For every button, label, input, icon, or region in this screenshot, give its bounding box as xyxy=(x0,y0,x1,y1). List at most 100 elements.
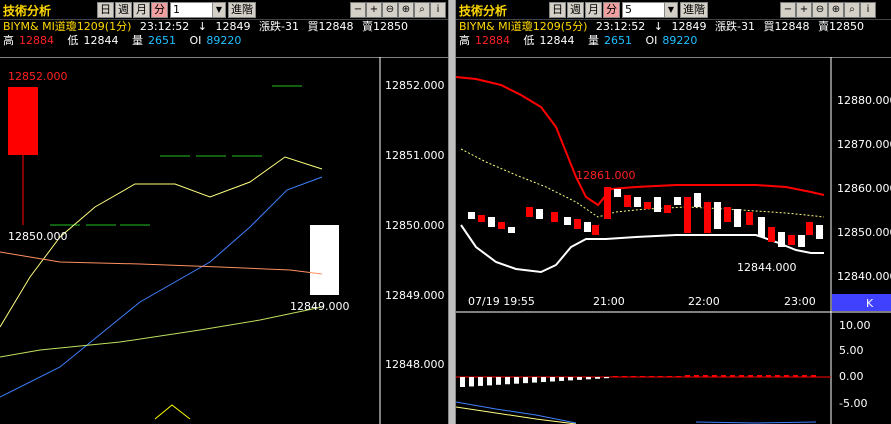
histogram-bar xyxy=(811,375,816,377)
candle-up xyxy=(498,222,505,229)
left-y-tick: 12849.000 xyxy=(385,289,445,302)
left-zoom-in-icon[interactable]: ⊕ xyxy=(398,2,414,18)
histogram-bar xyxy=(667,376,672,377)
histogram-bar xyxy=(496,377,501,385)
left-period-day-button[interactable]: 日 xyxy=(97,2,114,18)
left-high-annotation: 12852.000 xyxy=(8,70,68,83)
left-mid-annotation: 12850.000 xyxy=(8,230,68,243)
right-high-label: 高 xyxy=(459,34,470,47)
candle-up xyxy=(604,187,611,219)
chevron-down-icon: ▼ xyxy=(664,3,677,17)
left-window-title: 技術分析 xyxy=(3,4,52,18)
right-search-icon[interactable]: ⌕ xyxy=(844,2,860,18)
left-high: 12884 xyxy=(19,34,54,47)
histogram-bar xyxy=(460,377,465,387)
candle-up xyxy=(806,222,813,235)
candle-down xyxy=(508,227,515,233)
candle-up xyxy=(478,215,485,222)
macd-line xyxy=(456,401,577,424)
k-label: K xyxy=(866,297,874,310)
candle-up xyxy=(624,195,631,207)
left-quote-line: BIYM& MI道瓊1209(1分) 23:12:52 ↓ 12849 漲跌-3… xyxy=(3,18,413,33)
candle-up xyxy=(592,225,599,235)
candle-down xyxy=(798,235,805,247)
right-window-title: 技術分析 xyxy=(459,4,508,18)
histogram-bar xyxy=(505,377,510,385)
right-change: 漲跌-31 xyxy=(715,20,755,33)
left-zoom-out-icon[interactable]: ⊖ xyxy=(382,2,398,18)
histogram-bar xyxy=(658,376,663,377)
right-interval-select[interactable]: 5 ▼ xyxy=(622,2,678,18)
histogram-bar xyxy=(595,377,600,379)
right-zoom-in-icon[interactable]: ⊕ xyxy=(828,2,844,18)
left-info-icon[interactable]: i xyxy=(430,2,446,18)
histogram-bar xyxy=(739,375,744,377)
left-zoom-minus-icon[interactable]: − xyxy=(350,2,366,18)
histogram-bar xyxy=(649,376,654,377)
indicator-marker xyxy=(154,404,191,420)
histogram-bar xyxy=(469,377,474,387)
right-candles xyxy=(468,187,823,247)
histogram-bar xyxy=(703,375,708,377)
candle-down xyxy=(778,232,785,247)
macd-line-right xyxy=(695,421,817,424)
right-scroll-plus-icon[interactable]: + xyxy=(796,2,812,18)
right-period-minute-button[interactable]: 分 xyxy=(603,2,620,18)
histogram-bar xyxy=(613,376,618,377)
left-low: 12844 xyxy=(83,34,119,47)
candle-up xyxy=(644,202,651,209)
left-price-chart[interactable]: 12852.000 12851.000 12850.000 12849.000 … xyxy=(0,57,449,424)
left-advance-button[interactable]: 進階 xyxy=(228,2,256,18)
right-zoom-out-icon[interactable]: ⊖ xyxy=(812,2,828,18)
right-toolbar: 技術分析 日 週 月 分 5 ▼ 進階 − + ⊖ ⊕ ⌕ i xyxy=(456,0,891,20)
candle-down xyxy=(694,193,701,207)
right-sub-y-tick: 10.00 xyxy=(839,319,871,332)
right-quote-line: BIYM& MI道瓊1209(5分) 23:12:52 ↓ 12849 漲跌-3… xyxy=(459,18,869,33)
left-scroll-plus-icon[interactable]: + xyxy=(366,2,382,18)
candle-up xyxy=(724,207,731,222)
right-sub-y-tick: -5.00 xyxy=(839,397,867,410)
histogram-bar xyxy=(712,375,717,377)
candle-down xyxy=(614,189,621,197)
right-chart-window: 技術分析 日 週 月 分 5 ▼ 進階 − + ⊖ ⊕ ⌕ i BIYM& MI道… xyxy=(455,0,891,424)
right-period-day-button[interactable]: 日 xyxy=(549,2,566,18)
left-toolbar: 技術分析 日 週 月 分 1 ▼ 進階 − + ⊖ ⊕ ⌕ i xyxy=(0,0,448,20)
right-sub-y-tick: 0.00 xyxy=(839,370,864,383)
right-stats-line: 高 12884 低 12844 量 2651 OI 89220 xyxy=(459,32,707,47)
right-low: 12844 xyxy=(539,34,575,47)
left-interval-select[interactable]: 1 ▼ xyxy=(170,2,226,18)
left-period-minute-button[interactable]: 分 xyxy=(151,2,168,18)
left-period-week-button[interactable]: 週 xyxy=(115,2,132,18)
ma-blue xyxy=(0,176,323,398)
left-vol: 2651 xyxy=(148,34,176,47)
left-period-month-button[interactable]: 月 xyxy=(133,2,150,18)
candle-down xyxy=(654,197,661,212)
histogram-bar xyxy=(676,376,681,377)
right-y-tick: 12860.000 xyxy=(837,182,891,195)
right-info-icon[interactable]: i xyxy=(860,2,876,18)
left-y-tick: 12848.000 xyxy=(385,358,445,371)
candle-up xyxy=(8,87,38,155)
right-period-week-button[interactable]: 週 xyxy=(567,2,584,18)
histogram-bar xyxy=(685,375,690,377)
ma-green xyxy=(0,306,323,358)
k-button[interactable] xyxy=(832,294,891,311)
right-interval-value: 5 xyxy=(625,3,632,16)
left-y-tick: 12851.000 xyxy=(385,149,445,162)
histogram-bar xyxy=(532,377,537,383)
right-price-chart[interactable]: 12880.000 12870.000 12860.000 12850.000 … xyxy=(456,57,891,424)
right-oi-label: OI xyxy=(645,34,658,47)
right-period-month-button[interactable]: 月 xyxy=(585,2,602,18)
right-advance-button[interactable]: 進階 xyxy=(680,2,708,18)
histogram-bar xyxy=(748,375,753,377)
candle-down xyxy=(816,225,823,239)
candle-down xyxy=(488,217,495,227)
right-vol-label: 量 xyxy=(588,34,599,47)
left-search-icon[interactable]: ⌕ xyxy=(414,2,430,18)
right-zoom-minus-icon[interactable]: − xyxy=(780,2,796,18)
candle-down xyxy=(674,197,681,205)
right-x-tick: 21:00 xyxy=(593,295,625,308)
candle-up xyxy=(704,202,711,233)
histogram-bar xyxy=(631,376,636,377)
right-bid: 買12848 xyxy=(763,20,810,33)
